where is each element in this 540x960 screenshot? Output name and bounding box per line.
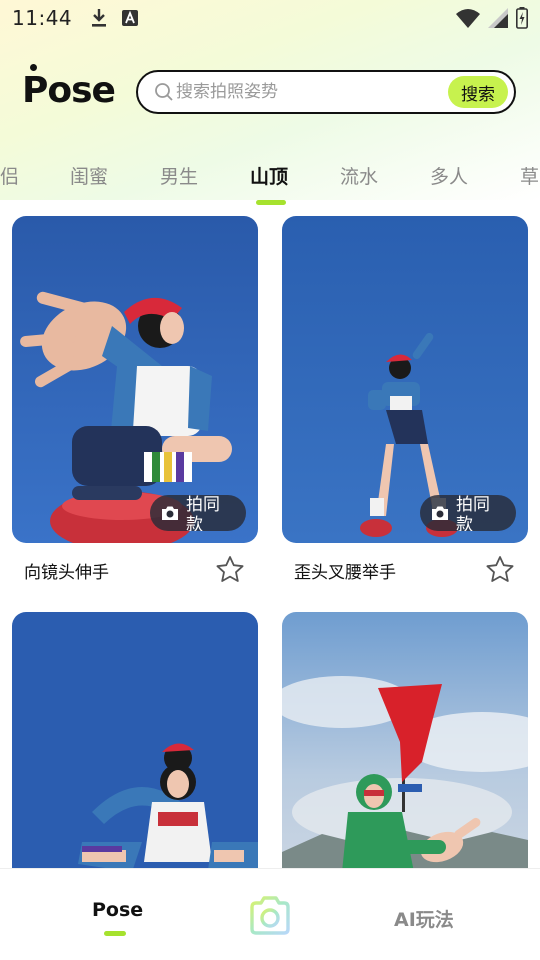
same-pose-button[interactable]: 拍同款	[150, 495, 246, 531]
search-icon	[155, 83, 173, 101]
camera-icon	[162, 506, 178, 520]
search-box[interactable]: 搜索	[136, 70, 516, 114]
pose-photo[interactable]: 拍同款	[12, 216, 258, 543]
wifi-icon	[456, 8, 480, 28]
search-input[interactable]	[176, 82, 436, 102]
font-a-icon	[122, 10, 139, 26]
camera-icon	[432, 506, 448, 520]
signal-icon	[488, 8, 508, 28]
tab-flowing-water[interactable]: 流水	[340, 162, 378, 189]
pose-title: 向镜头伸手	[24, 563, 109, 583]
app-logo: Pose	[22, 70, 116, 111]
tab-group[interactable]: 多人	[430, 162, 468, 189]
status-time: 11:44	[12, 6, 73, 30]
nav-ai-play[interactable]: AI玩法	[394, 905, 454, 932]
camera-icon[interactable]	[245, 891, 295, 941]
same-pose-label: 拍同款	[186, 495, 220, 531]
battery-charging-icon	[516, 7, 528, 29]
status-bar: 11:44	[0, 0, 540, 36]
same-pose-label: 拍同款	[456, 495, 490, 531]
category-tabs: 侣 闺蜜 男生 山顶 流水 多人 草	[0, 150, 540, 210]
bottom-navigation: Pose AI玩法	[0, 868, 540, 960]
star-icon[interactable]	[214, 554, 246, 586]
pose-title: 歪头叉腰举手	[294, 563, 396, 583]
tab-couple[interactable]: 侣	[0, 162, 19, 189]
tab-boys[interactable]: 男生	[160, 162, 198, 189]
pose-card[interactable]: 拍同款 歪头叉腰举手	[282, 216, 528, 583]
download-icon	[90, 7, 108, 29]
star-icon[interactable]	[484, 554, 516, 586]
active-nav-indicator	[104, 931, 126, 936]
tab-bestie[interactable]: 闺蜜	[70, 162, 108, 189]
same-pose-button[interactable]: 拍同款	[420, 495, 516, 531]
search-button[interactable]: 搜索	[448, 76, 508, 108]
pose-photo[interactable]: 拍同款	[282, 216, 528, 543]
tab-grass[interactable]: 草	[520, 162, 539, 189]
nav-pose[interactable]: Pose	[92, 899, 143, 921]
header: Pose 搜索	[0, 62, 540, 120]
tab-mountain-top[interactable]: 山顶	[250, 162, 288, 189]
pose-card[interactable]: 拍同款 向镜头伸手	[12, 216, 258, 583]
active-tab-indicator	[256, 200, 286, 205]
